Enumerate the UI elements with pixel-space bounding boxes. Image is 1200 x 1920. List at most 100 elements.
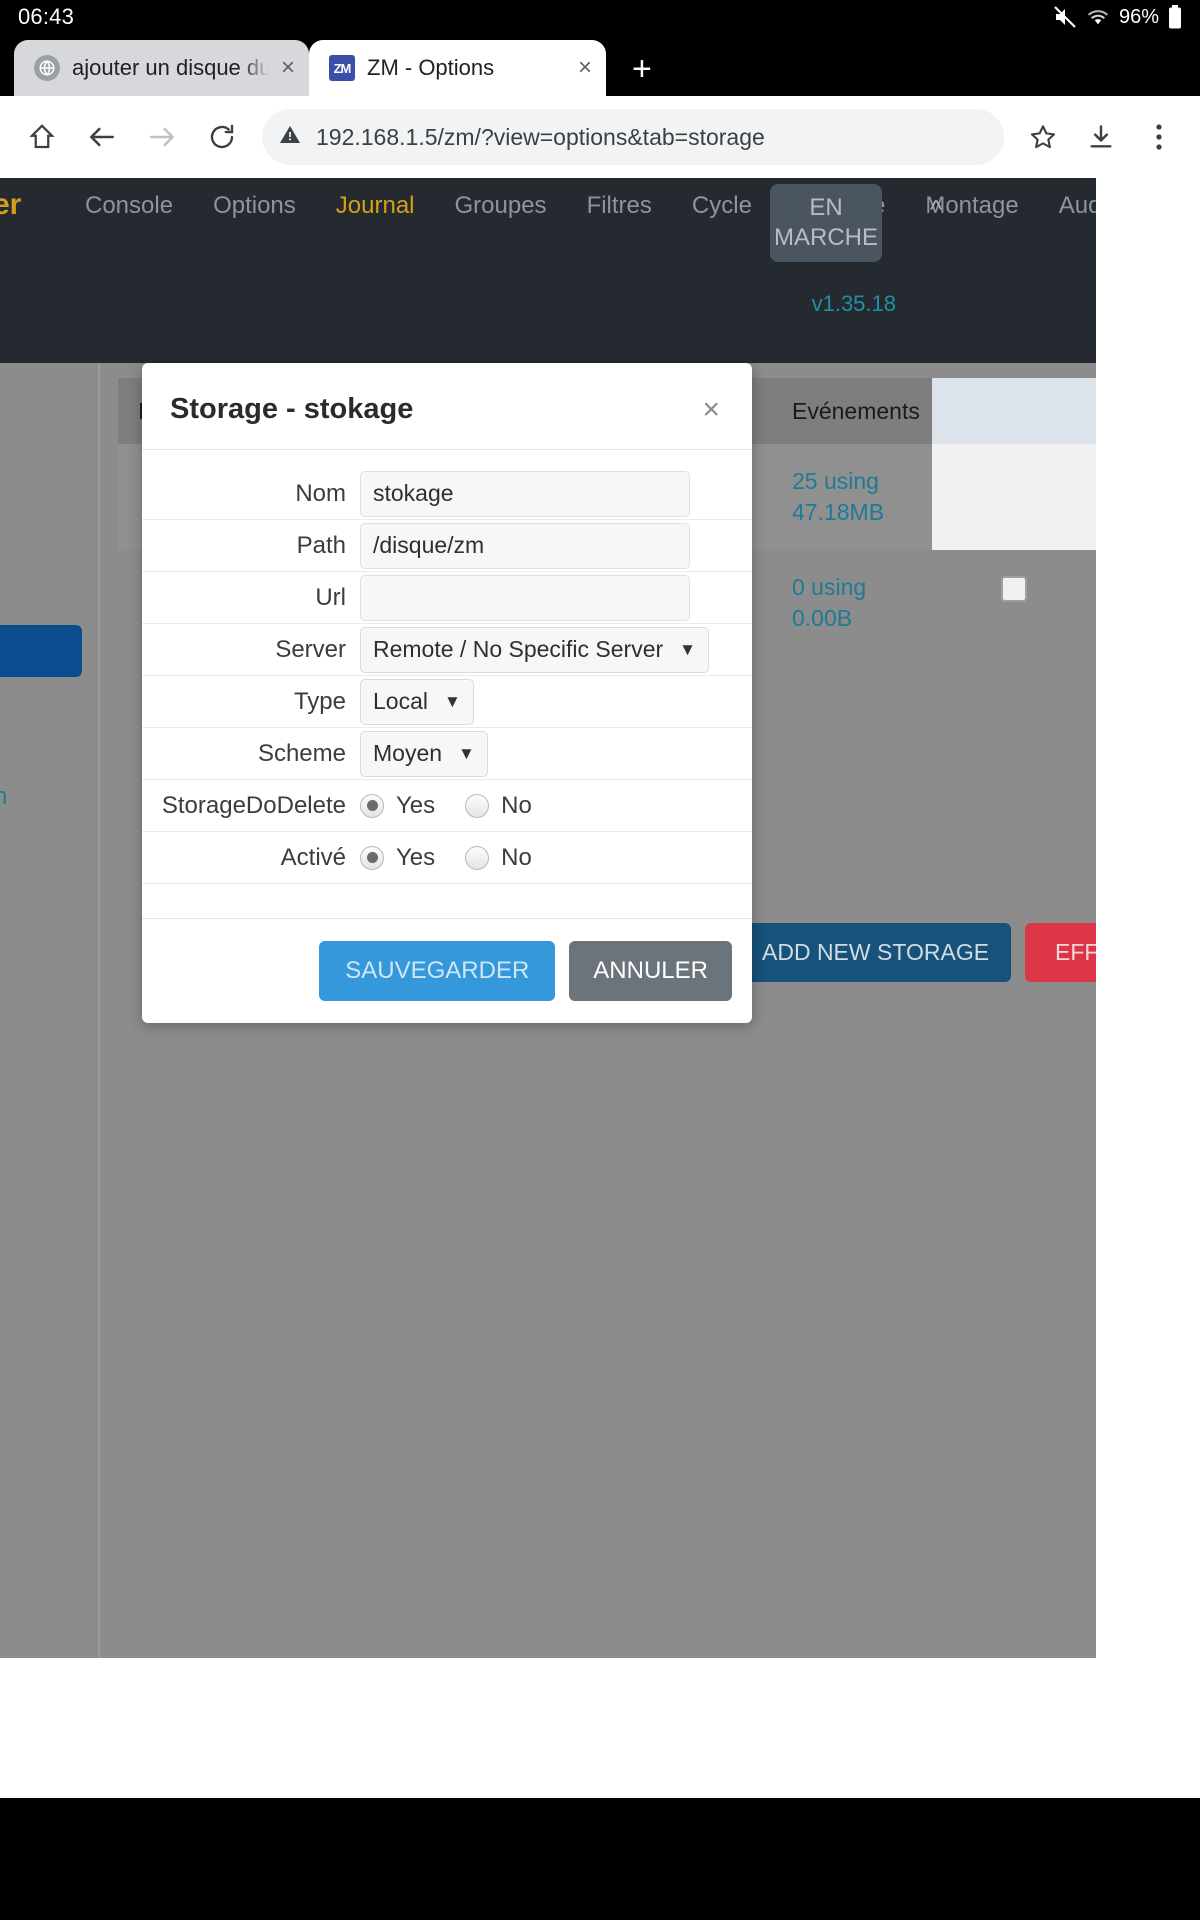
type-select[interactable]: Local ▼ (360, 678, 474, 725)
sidebar-item-8[interactable]: isation (0, 783, 7, 811)
label-active: Activé (280, 843, 346, 871)
not-secure-warning-icon[interactable] (278, 123, 302, 152)
run-state-button[interactable]: EN MARCHE (770, 184, 882, 262)
active-radio-group: Yes No (360, 844, 550, 872)
page-right-gutter (1096, 178, 1200, 1658)
field-row-active: Activé Yes No (142, 832, 752, 884)
label-type: Type (293, 687, 346, 715)
cell-select[interactable] (932, 550, 1096, 648)
select-header-bg (932, 378, 1096, 444)
status-icons: 96% (1053, 5, 1182, 29)
label-server: Server (275, 635, 346, 663)
nav-item-options[interactable]: Options (213, 192, 296, 220)
server-select-value: Remote / No Specific Server (373, 636, 664, 662)
nav-item-cycle[interactable]: Cycle (692, 192, 752, 220)
nav-item-journal[interactable]: Journal (336, 192, 415, 220)
events-size: 47.18MB (792, 499, 885, 526)
storagedodelete-label-yes: Yes (396, 791, 436, 819)
battery-percent-label: 96% (1118, 5, 1159, 28)
th-events: Evénements (792, 397, 920, 424)
status-clock: 06:43 (18, 4, 75, 29)
close-icon[interactable]: × (698, 393, 724, 427)
events-count: 25 using (792, 468, 879, 494)
add-new-storage-button[interactable]: ADD NEW STORAGE (740, 923, 1012, 982)
nom-input[interactable] (360, 470, 690, 517)
zm-main-nav: Console Options Journal Groupes Filtres … (85, 192, 1113, 220)
row-checkbox[interactable] (1001, 576, 1027, 602)
run-state-line2: MARCHE (773, 224, 878, 251)
home-icon[interactable] (14, 109, 70, 165)
storagedodelete-radio-yes[interactable] (360, 793, 384, 818)
events-count: 0 using (792, 574, 867, 600)
server-select[interactable]: Remote / No Specific Server ▼ (360, 626, 709, 673)
active-radio-yes[interactable] (360, 845, 384, 870)
sidebar-item-storage[interactable]: age (0, 625, 82, 677)
reload-icon[interactable] (194, 109, 250, 165)
page-viewport: inder Console Options Journal Groupes Fi… (0, 178, 1200, 1798)
tab-title-1: ZM - Options (367, 55, 495, 80)
label-url: Url (315, 583, 346, 611)
label-path: Path (296, 531, 346, 559)
url-input[interactable] (360, 574, 690, 621)
save-button[interactable]: SAUVEGARDER (319, 941, 556, 1001)
cell-events: 25 using 47.18MB (792, 444, 932, 550)
field-row-server: Server Remote / No Specific Server ▼ (142, 624, 752, 676)
browser-toolbar: 192.168.1.5/zm/?view=options&tab=storage (0, 96, 1200, 178)
mute-icon (1053, 5, 1077, 29)
browser-tab-inactive[interactable]: ajouter un disque dur sup × (14, 40, 309, 96)
zm-brand: inder (0, 188, 22, 221)
storagedodelete-radio-group: Yes No (360, 792, 550, 820)
field-row-path: Path (142, 520, 752, 572)
nav-item-groupes[interactable]: Groupes (455, 192, 547, 220)
active-label-no: No (501, 843, 532, 871)
cancel-button[interactable]: ANNULER (569, 941, 732, 1001)
run-state-line1: EN (809, 194, 843, 221)
nav-item-console[interactable]: Console (85, 192, 173, 220)
select-cell-bg (932, 444, 1096, 550)
zm-sidebar: nage ème nfig PI vers age eb ges isation… (0, 363, 100, 1658)
active-label-yes: Yes (396, 843, 436, 871)
storagedodelete-label-no: No (501, 791, 532, 819)
page-bottom-area (0, 1658, 1200, 1798)
chevron-up-icon[interactable]: ^ (930, 194, 942, 225)
field-row-nom: Nom (142, 468, 752, 520)
field-row-storagedodelete: StorageDoDelete Yes No (142, 780, 752, 832)
scheme-select[interactable]: Moyen ▼ (360, 730, 488, 777)
nav-item-filtres[interactable]: Filtres (587, 192, 652, 220)
path-input[interactable] (360, 522, 690, 569)
field-row-url: Url (142, 572, 752, 624)
modal-title: Storage - stokage (170, 393, 414, 425)
chevron-down-icon: ▼ (458, 743, 475, 763)
field-row-type: Type Local ▼ (142, 676, 752, 728)
star-icon[interactable] (1016, 109, 1070, 165)
scheme-select-value: Moyen (373, 740, 443, 766)
android-status-bar: 06:43 96% (0, 0, 1200, 34)
address-bar[interactable]: 192.168.1.5/zm/?view=options&tab=storage (262, 109, 1004, 165)
storagedodelete-radio-no[interactable] (465, 793, 490, 818)
close-icon[interactable]: × (281, 56, 295, 80)
url-text: 192.168.1.5/zm/?view=options&tab=storage (316, 123, 765, 150)
overflow-menu-icon[interactable] (1132, 109, 1186, 165)
close-icon[interactable]: × (578, 56, 592, 80)
forward-arrow-icon (134, 109, 190, 165)
modal-footer: SAUVEGARDER ANNULER (142, 918, 752, 1023)
zm-favicon: ZM (329, 55, 355, 81)
battery-icon (1168, 5, 1182, 29)
download-icon[interactable] (1074, 109, 1128, 165)
globe-icon (34, 55, 60, 81)
tab-title-0: ajouter un disque dur sup (72, 55, 269, 80)
active-radio-no[interactable] (465, 845, 490, 870)
zm-version: v1.35.18 (811, 291, 896, 316)
browser-tab-active[interactable]: ZM ZM - Options × (309, 40, 606, 96)
back-arrow-icon[interactable] (74, 109, 130, 165)
chevron-down-icon: ▼ (443, 691, 461, 711)
wifi-icon (1086, 6, 1110, 28)
storage-modal: Storage - stokage × Nom Path Url (142, 363, 752, 1023)
field-row-scheme: Scheme Moyen ▼ (142, 728, 752, 780)
label-nom: Nom (295, 479, 346, 507)
browser-tab-strip: ajouter un disque dur sup × ZM ZM - Opti… (0, 34, 1200, 96)
chevron-down-icon: ▼ (679, 639, 696, 659)
modal-body: Nom Path Url Server (142, 449, 752, 918)
new-tab-button[interactable]: + (632, 52, 652, 86)
type-select-value: Local (373, 688, 428, 714)
